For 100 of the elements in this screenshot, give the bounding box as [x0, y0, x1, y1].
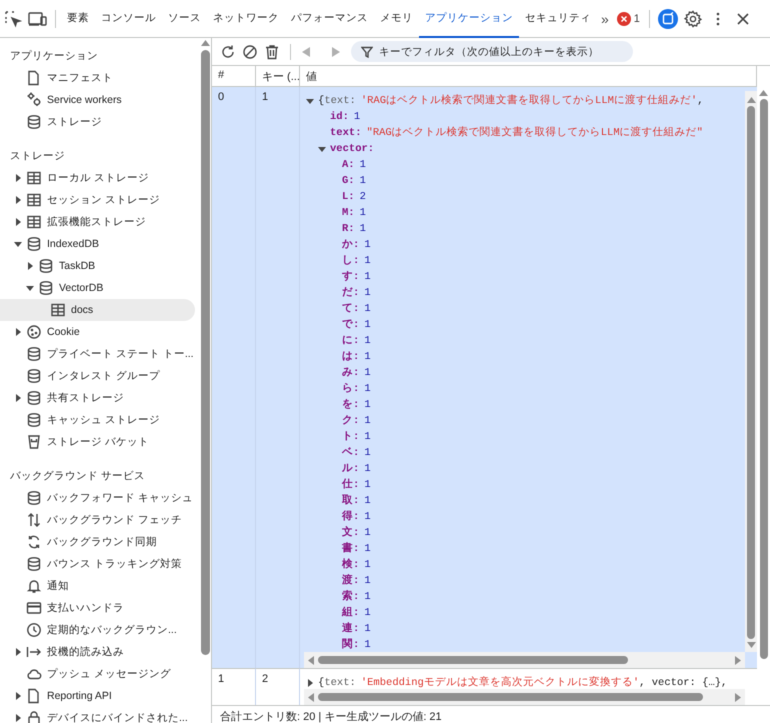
sync-icon: [26, 534, 42, 550]
property-line: L: 2: [342, 190, 366, 205]
sidebar-item[interactable]: デバイスにバインドされた...: [0, 707, 195, 723]
sidebar-item[interactable]: docs: [0, 299, 195, 321]
scrollbar-thumb[interactable]: [747, 106, 755, 639]
database-icon: [38, 258, 54, 274]
expanded-arrow-icon[interactable]: [306, 97, 314, 105]
sidebar-item[interactable]: インタレスト グループ: [0, 365, 195, 387]
scrollbar-thumb[interactable]: [200, 50, 210, 655]
collapsed-arrow-icon[interactable]: [14, 174, 22, 182]
panel-tab[interactable]: ネットワーク: [207, 0, 285, 38]
sidebar-item[interactable]: 支払いハンドラ: [0, 597, 195, 619]
property-line: 得: 1: [342, 510, 371, 525]
sidebar-item[interactable]: プッシュ メッセージング: [0, 663, 195, 685]
expanded-arrow-icon[interactable]: [26, 284, 34, 292]
database-icon: [26, 236, 42, 252]
sidebar-item[interactable]: バックグラウンド同期: [0, 531, 195, 553]
sidebar-item[interactable]: バックフォワード キャッシュ: [0, 487, 195, 509]
collapsed-arrow-icon[interactable]: [14, 328, 22, 336]
clear-icon[interactable]: [242, 44, 258, 60]
scrollbar-thumb[interactable]: [760, 99, 768, 659]
sidebar-item[interactable]: キャッシュ ストレージ: [0, 409, 195, 431]
clock-icon: [26, 622, 42, 638]
sidebar-item[interactable]: 定期的なバックグラウン...: [0, 619, 195, 641]
bucket-icon: [26, 434, 42, 450]
object-preview[interactable]: {text: 'RAGはベクトル検索で関連文書を取得してからLLMに渡す仕組みだ',: [318, 93, 704, 109]
sidebar-item[interactable]: バウンス トラッキング対策: [0, 553, 195, 575]
property-line: み: 1: [342, 366, 371, 381]
table-icon: [26, 192, 42, 208]
panel-tab[interactable]: パフォーマンス: [285, 0, 374, 38]
property-line: G: 1: [342, 174, 366, 189]
settings-icon[interactable]: [684, 10, 702, 28]
sidebar-item[interactable]: バックグラウンド フェッチ: [0, 509, 195, 531]
inspect-element-icon[interactable]: [4, 10, 22, 28]
collapsed-arrow-icon[interactable]: [26, 262, 34, 270]
sidebar-item[interactable]: Reporting API: [0, 685, 195, 707]
property-line: ル: 1: [342, 462, 371, 477]
collapsed-arrow-icon[interactable]: [14, 196, 22, 204]
more-tabs-button[interactable]: »: [601, 10, 609, 26]
panel-tab[interactable]: アプリケーション: [419, 0, 519, 38]
up-down-arrows-icon: [26, 512, 42, 528]
sidebar-item[interactable]: TaskDB: [0, 255, 195, 277]
property-line: 書: 1: [342, 541, 371, 557]
collapsed-arrow-icon[interactable]: [14, 714, 22, 722]
property-line: だ: 1: [342, 286, 371, 301]
filter-field[interactable]: キーでフィルタ（次の値以上のキーを表示）: [351, 41, 633, 62]
panel-tab[interactable]: セキュリティ: [519, 0, 597, 38]
collapsed-arrow-icon[interactable]: [14, 648, 22, 656]
expanded-arrow-icon[interactable]: [14, 240, 22, 248]
database-icon: [26, 412, 42, 428]
panel-tab[interactable]: コンソール: [95, 0, 162, 38]
delete-icon[interactable]: [264, 44, 280, 60]
property-name[interactable]: vector:: [330, 141, 374, 157]
panel-tab[interactable]: ソース: [162, 0, 207, 38]
filter-icon: [361, 46, 373, 58]
error-counter[interactable]: 1: [612, 12, 644, 26]
collapsed-arrow-icon[interactable]: [306, 679, 314, 687]
scroll-down-arrow-icon[interactable]: [746, 642, 756, 648]
scroll-left-arrow-icon[interactable]: [308, 692, 314, 702]
property-line: id: 1: [330, 110, 360, 125]
table-icon: [26, 214, 42, 230]
more-options-icon[interactable]: [714, 10, 721, 28]
refresh-icon[interactable]: [220, 44, 236, 60]
sidebar-item[interactable]: 共有ストレージ: [0, 387, 195, 409]
sidebar-item[interactable]: セッション ストレージ: [0, 189, 195, 211]
panel-tab[interactable]: 要素: [61, 0, 95, 38]
scrollbar-thumb[interactable]: [318, 656, 628, 664]
collapsed-arrow-icon[interactable]: [14, 394, 22, 402]
sidebar-item[interactable]: VectorDB: [0, 277, 195, 299]
section-heading: アプリケーション: [9, 49, 99, 64]
bell-icon: [26, 578, 42, 594]
scroll-right-arrow-icon[interactable]: [735, 656, 741, 664]
property-line: 渡: 1: [342, 573, 371, 589]
sidebar-item[interactable]: マニフェスト: [0, 67, 195, 89]
collapsed-arrow-icon[interactable]: [14, 692, 22, 700]
property-line: 検: 1: [342, 557, 371, 573]
table-cell: 1: [212, 668, 256, 705]
panel-tab[interactable]: メモリ: [374, 0, 419, 38]
sidebar-item[interactable]: Cookie: [0, 321, 195, 343]
property-line: R: 1: [342, 222, 366, 237]
ai-assistant-icon[interactable]: [658, 8, 678, 28]
sidebar-item[interactable]: プライベート ステート トー...: [0, 343, 195, 365]
close-icon[interactable]: [736, 12, 750, 26]
device-toolbar-icon[interactable]: [28, 10, 48, 28]
sidebar-item[interactable]: ローカル ストレージ: [0, 167, 195, 189]
sidebar-item[interactable]: ストレージ バケット: [0, 431, 195, 453]
sidebar-item[interactable]: ストレージ: [0, 111, 195, 133]
sidebar-item[interactable]: IndexedDB: [0, 233, 195, 255]
sidebar-item[interactable]: 投機的読み込み: [0, 641, 195, 663]
sidebar-item[interactable]: 通知: [0, 575, 195, 597]
scroll-up-arrow-icon[interactable]: [200, 40, 210, 46]
scroll-left-arrow-icon[interactable]: [308, 656, 314, 664]
sidebar-item[interactable]: 拡張機能ストレージ: [0, 211, 195, 233]
collapsed-arrow-icon[interactable]: [14, 218, 22, 226]
property-line: text: "RAGはベクトル検索で関連文書を取得してからLLMに渡す仕組みだ": [330, 125, 703, 141]
sidebar-item[interactable]: Service workers: [0, 89, 195, 111]
expanded-arrow-icon[interactable]: [318, 145, 326, 153]
scrollbar-thumb[interactable]: [318, 693, 703, 701]
scroll-right-arrow-icon[interactable]: [735, 692, 741, 702]
property-line: で: 1: [342, 318, 371, 333]
